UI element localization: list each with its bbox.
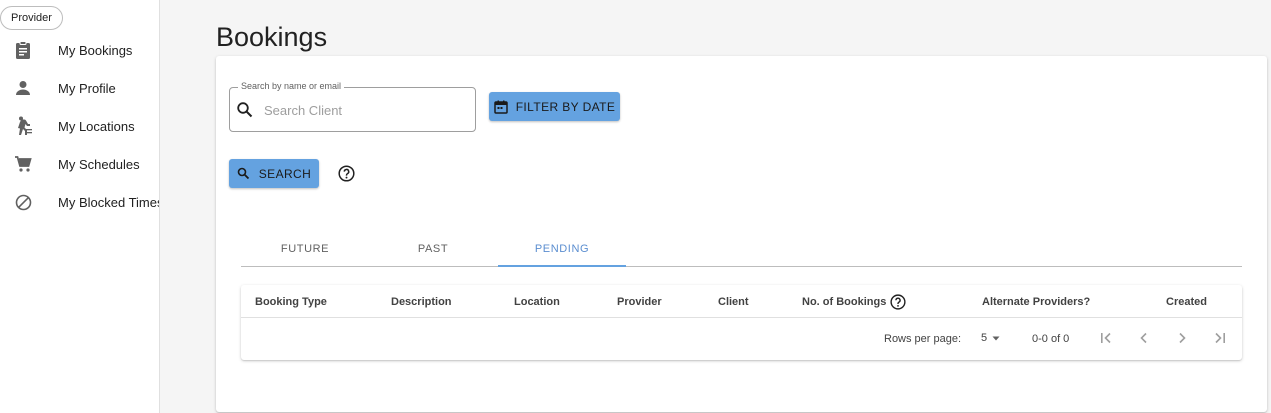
tab-past[interactable]: Past	[369, 232, 497, 266]
next-page-icon[interactable]	[1173, 329, 1191, 347]
person-icon	[13, 78, 33, 98]
help-icon[interactable]	[338, 165, 355, 182]
search-button[interactable]: Search	[229, 159, 319, 188]
last-page-icon[interactable]	[1211, 329, 1229, 347]
sidebar-item-label: My Profile	[58, 80, 116, 96]
filter-by-date-label: Filter by date	[515, 99, 616, 114]
help-icon[interactable]	[890, 293, 906, 310]
column-header-location[interactable]: Location	[514, 285, 560, 318]
sidebar-item-label: My Blocked Times	[58, 194, 160, 210]
cart-icon	[13, 154, 33, 174]
sidebar-item-label: My Locations	[58, 118, 135, 134]
column-header-description[interactable]: Description	[391, 285, 452, 318]
block-icon	[13, 192, 33, 212]
table-pagination: Rows per page: 5 0-0 of 0	[241, 318, 1242, 360]
rows-per-page-value: 5	[981, 332, 988, 344]
search-field-label: Search by name or email	[238, 81, 345, 91]
column-header-alternate-providers[interactable]: Alternate Providers?	[982, 285, 1090, 318]
column-header-label: No. of Bookings	[802, 295, 887, 308]
clipboard-icon	[13, 40, 33, 60]
chevron-down-icon	[992, 336, 1000, 341]
sidebar-item-label: My Schedules	[58, 156, 140, 172]
table-header: Booking Type Description Location Provid…	[241, 285, 1242, 318]
walking-person-icon	[13, 116, 33, 136]
role-chip[interactable]: Provider	[0, 6, 63, 30]
bookings-table: Booking Type Description Location Provid…	[241, 285, 1242, 360]
rows-per-page-label: Rows per page:	[884, 333, 962, 345]
column-header-booking-type[interactable]: Booking Type	[255, 285, 327, 318]
calendar-icon	[493, 100, 508, 114]
rows-per-page-select[interactable]: 5	[981, 327, 1002, 349]
bookings-card: Search by name or email Filter by date S…	[216, 56, 1267, 412]
previous-page-icon[interactable]	[1135, 329, 1153, 347]
page-title: Bookings	[216, 22, 328, 52]
pagination-range: 0-0 of 0	[1032, 333, 1070, 345]
sidebar-item-my-locations[interactable]: My Locations	[0, 107, 159, 145]
sidebar-item-label: My Bookings	[58, 42, 133, 58]
search-field[interactable]: Search by name or email	[229, 81, 476, 132]
search-icon	[237, 167, 251, 181]
column-header-client[interactable]: Client	[718, 285, 749, 318]
column-header-provider[interactable]: Provider	[617, 285, 662, 318]
sidebar-item-my-schedules[interactable]: My Schedules	[0, 145, 159, 183]
column-header-no-of-bookings[interactable]: No. of Bookings	[802, 285, 906, 318]
tab-future[interactable]: Future	[241, 232, 369, 266]
sidebar: Provider My Bookings My Profile My Locat…	[0, 0, 160, 413]
search-button-label: Search	[258, 166, 312, 181]
tab-pending[interactable]: Pending	[498, 232, 626, 267]
sidebar-item-my-blocked-times[interactable]: My Blocked Times	[0, 183, 160, 221]
filter-by-date-button[interactable]: Filter by date	[489, 92, 620, 121]
sidebar-item-my-profile[interactable]: My Profile	[0, 69, 159, 107]
booking-tabs: Future Past Pending	[241, 232, 1242, 267]
column-header-created[interactable]: Created	[1166, 285, 1207, 318]
search-input[interactable]	[264, 98, 464, 122]
search-icon	[236, 101, 254, 119]
sidebar-item-my-bookings[interactable]: My Bookings	[0, 31, 159, 69]
first-page-icon[interactable]	[1097, 329, 1115, 347]
